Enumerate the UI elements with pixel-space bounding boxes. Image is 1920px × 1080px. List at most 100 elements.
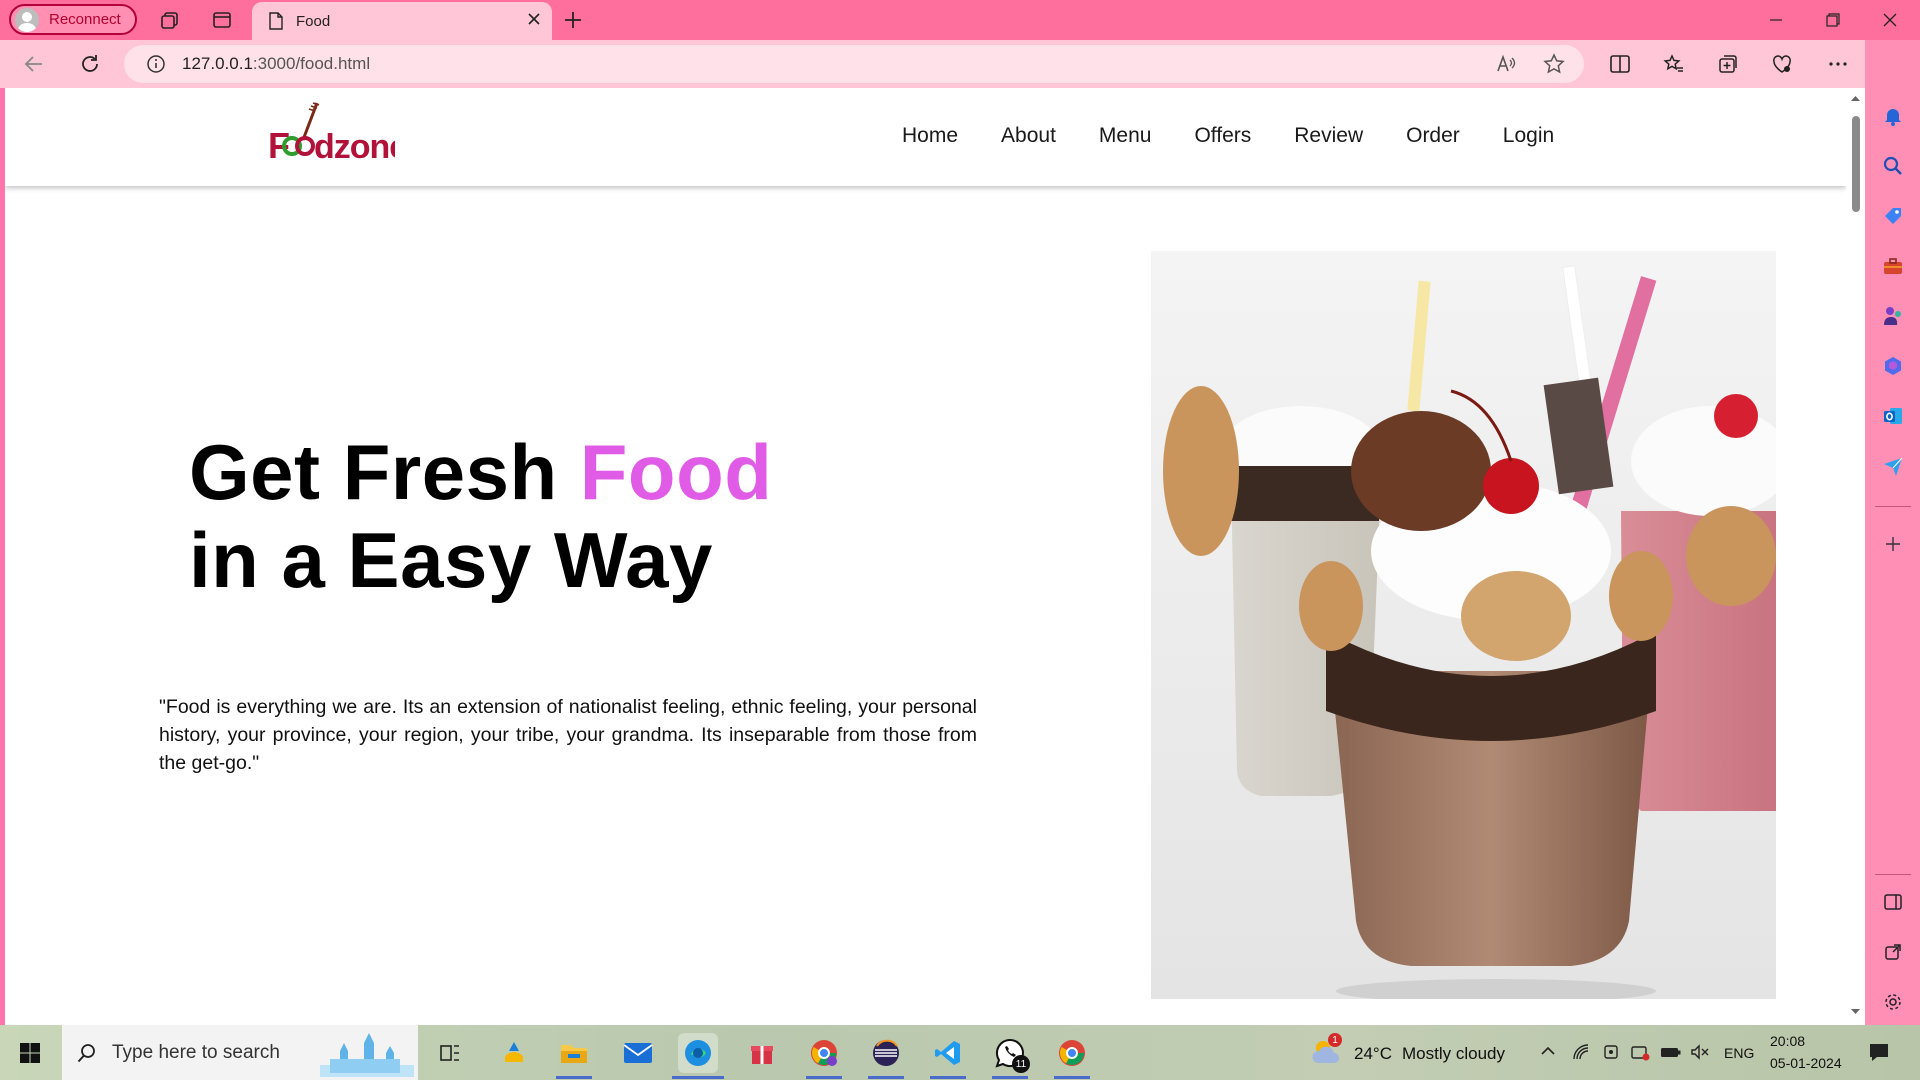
window-close-icon[interactable] xyxy=(1862,0,1918,40)
running-indicator xyxy=(992,1076,1028,1079)
running-indicator xyxy=(930,1076,966,1079)
back-icon[interactable] xyxy=(16,48,52,80)
whatsapp-icon[interactable]: 11 xyxy=(990,1033,1030,1073)
nav-home[interactable]: Home xyxy=(902,124,958,148)
wifi-icon[interactable] xyxy=(1572,1043,1590,1066)
main-nav: Home About Menu Offers Review Order Logi… xyxy=(902,124,1597,148)
running-indicator xyxy=(806,1076,842,1079)
chevron-up-icon[interactable] xyxy=(1540,1043,1556,1064)
site-header: F dzone Home About Menu Offers Review Or… xyxy=(5,88,1846,186)
close-icon[interactable] xyxy=(526,11,542,32)
weather-text: Mostly cloudy xyxy=(1402,1044,1505,1063)
page-icon xyxy=(269,12,283,30)
favorites-icon[interactable] xyxy=(1656,48,1692,80)
whatsapp-badge: 11 xyxy=(1012,1055,1030,1073)
profile-button[interactable]: Reconnect xyxy=(9,4,137,35)
eclipse-ide-icon[interactable] xyxy=(866,1033,906,1073)
edge-sidebar xyxy=(1865,40,1920,1025)
nav-offers[interactable]: Offers xyxy=(1194,124,1251,148)
nav-order[interactable]: Order xyxy=(1406,124,1460,148)
page-scrollbar[interactable] xyxy=(1846,88,1865,1025)
outlook-icon[interactable] xyxy=(1881,404,1905,428)
sidebar-divider xyxy=(1875,506,1911,507)
nav-login[interactable]: Login xyxy=(1503,124,1554,148)
nav-review[interactable]: Review xyxy=(1294,124,1363,148)
scroll-thumb[interactable] xyxy=(1852,116,1860,212)
minimize-icon[interactable] xyxy=(1748,0,1804,40)
windows-start-icon[interactable] xyxy=(10,1033,50,1073)
settings-gear-icon[interactable] xyxy=(1881,990,1905,1014)
hide-sidebar-icon[interactable] xyxy=(1881,890,1905,914)
send-drop-icon[interactable] xyxy=(1881,454,1905,478)
castle-search-highlight-icon xyxy=(320,1033,414,1077)
tab-food[interactable]: Food xyxy=(252,2,552,40)
hero-quote: "Food is everything we are. Its an exten… xyxy=(159,696,977,774)
volume-muted-icon[interactable] xyxy=(1690,1043,1710,1066)
collections-icon[interactable] xyxy=(1710,48,1746,80)
vscode-icon[interactable] xyxy=(928,1033,968,1073)
nav-about[interactable]: About xyxy=(1001,124,1056,148)
microsoft-365-icon[interactable] xyxy=(1881,354,1905,378)
hero-line1: Get Fresh xyxy=(189,428,580,516)
refresh-icon[interactable] xyxy=(72,48,108,80)
camera-alert-icon[interactable] xyxy=(1630,1043,1650,1066)
weather-widget[interactable]: 1 xyxy=(1310,1033,1344,1072)
edge-browser-icon[interactable] xyxy=(678,1033,718,1073)
hero-heading: Get Fresh Food in a Easy Way xyxy=(189,428,772,604)
clock-date[interactable]: 05-01-2024 xyxy=(1770,1055,1842,1071)
hero-line2: in a Easy Way xyxy=(189,516,713,604)
widgets-app-icon[interactable] xyxy=(494,1033,534,1073)
running-indicator xyxy=(1054,1076,1090,1079)
battery-icon[interactable] xyxy=(1660,1043,1682,1066)
notification-bell-icon[interactable] xyxy=(1881,104,1905,128)
search-placeholder: Type here to search xyxy=(112,1041,280,1063)
clock-time[interactable]: 20:08 xyxy=(1770,1033,1805,1049)
search-icon[interactable] xyxy=(1881,154,1905,178)
more-options-icon[interactable] xyxy=(1820,48,1856,80)
search-icon xyxy=(77,1043,95,1062)
gift-app-icon[interactable] xyxy=(742,1033,782,1073)
tab-actions-icon[interactable] xyxy=(204,4,240,36)
notifications-icon[interactable] xyxy=(1868,1041,1890,1068)
split-screen-icon[interactable] xyxy=(1602,48,1638,80)
site-info-icon[interactable] xyxy=(146,54,166,74)
url-host: 127.0.0.1 xyxy=(182,54,253,73)
restore-icon[interactable] xyxy=(1805,0,1861,40)
running-indicator xyxy=(868,1076,904,1079)
chrome-profile-icon[interactable] xyxy=(804,1033,844,1073)
task-view-icon[interactable] xyxy=(430,1033,470,1073)
workspaces-icon[interactable] xyxy=(152,4,188,36)
shopping-tag-icon[interactable] xyxy=(1881,204,1905,228)
page-viewport: F dzone Home About Menu Offers Review Or… xyxy=(5,88,1865,1025)
games-icon[interactable] xyxy=(1881,304,1905,328)
meet-now-icon[interactable] xyxy=(1602,1043,1620,1066)
language-indicator[interactable]: ENG xyxy=(1724,1045,1754,1061)
mail-icon[interactable] xyxy=(618,1033,658,1073)
windows-taskbar: Type here to search 11 1 24°C Mostly clo… xyxy=(0,1025,1920,1080)
favorite-star-icon[interactable] xyxy=(1536,48,1572,80)
read-aloud-icon[interactable] xyxy=(1488,48,1524,80)
svg-text:F: F xyxy=(268,125,290,166)
nav-menu[interactable]: Menu xyxy=(1099,124,1152,148)
profile-label: Reconnect xyxy=(49,11,121,28)
open-external-icon[interactable] xyxy=(1881,940,1905,964)
svg-text:dzone: dzone xyxy=(314,128,395,166)
chrome-icon[interactable] xyxy=(1052,1033,1092,1073)
url-path: :3000/food.html xyxy=(252,54,371,73)
taskbar-search[interactable]: Type here to search xyxy=(62,1025,418,1080)
milkshake-image xyxy=(1151,251,1776,999)
file-explorer-icon[interactable] xyxy=(554,1033,594,1073)
address-bar[interactable]: 127.0.0.1:3000/food.html xyxy=(124,45,1584,83)
running-indicator xyxy=(672,1076,724,1079)
weather-badge: 1 xyxy=(1328,1033,1342,1047)
add-icon[interactable] xyxy=(1881,532,1905,556)
foodzone-logo[interactable]: F dzone xyxy=(265,100,395,172)
new-tab-icon[interactable] xyxy=(555,4,591,36)
browser-essentials-icon[interactable] xyxy=(1764,48,1800,80)
avatar xyxy=(15,7,39,32)
browser-toolbar: 127.0.0.1:3000/food.html xyxy=(0,40,1920,88)
tools-briefcase-icon[interactable] xyxy=(1881,254,1905,278)
running-indicator xyxy=(556,1076,592,1079)
sidebar-divider-bottom xyxy=(1875,874,1911,875)
url-text: 127.0.0.1:3000/food.html xyxy=(182,54,370,74)
